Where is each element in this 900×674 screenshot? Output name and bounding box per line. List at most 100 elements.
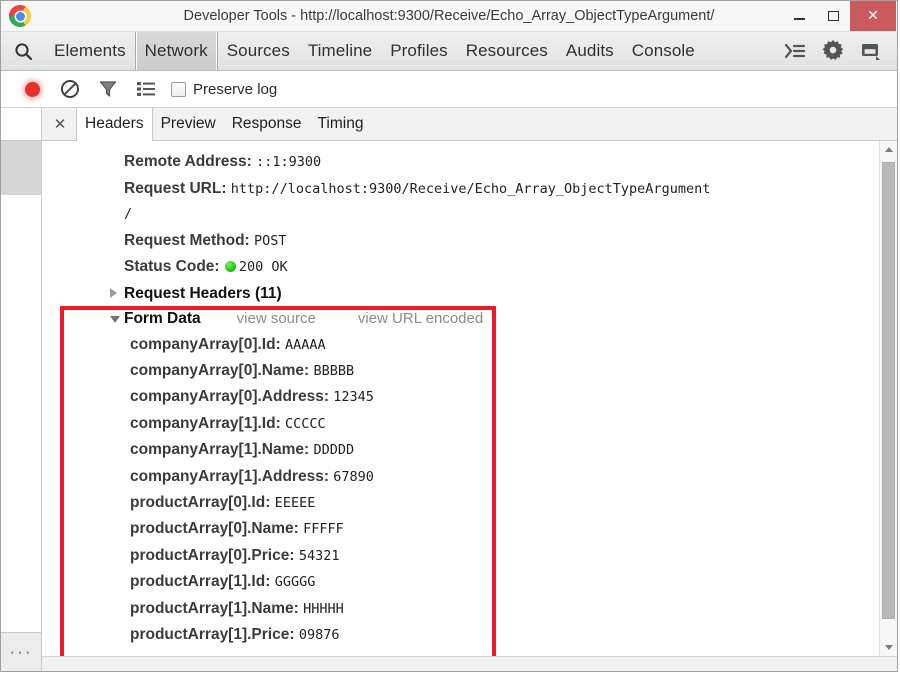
- form-data-value: AAAAA: [285, 336, 326, 353]
- request-method-row: Request Method: POST: [42, 228, 879, 255]
- form-data-row: productArray[0].Name: FFFFF: [42, 516, 879, 542]
- view-url-encoded-link[interactable]: view URL encoded: [358, 310, 483, 327]
- tab-resources[interactable]: Resources: [457, 32, 557, 70]
- tab-sources[interactable]: Sources: [218, 32, 299, 70]
- request-list-rail[interactable]: ···: [1, 108, 42, 671]
- form-data-value: FFFFF: [303, 521, 344, 538]
- form-data-key: companyArray[0].Address:: [130, 388, 329, 406]
- minimize-button[interactable]: [782, 1, 816, 31]
- form-data-value: GGGGG: [274, 574, 316, 591]
- subtab-timing[interactable]: Timing: [310, 108, 372, 140]
- form-data-value: 67890: [333, 468, 374, 485]
- status-ok-icon: [224, 261, 236, 272]
- remote-address-row: Remote Address: ::1:9300: [42, 149, 879, 176]
- remote-address-value: ::1:9300: [256, 154, 322, 170]
- form-data-row: companyArray[0].Address: 12345: [42, 384, 879, 410]
- filter-icon: [99, 81, 117, 97]
- maximize-button[interactable]: [816, 1, 850, 31]
- form-data-value: 09876: [298, 626, 340, 643]
- record-button[interactable]: [13, 74, 51, 104]
- gear-icon: [822, 40, 844, 60]
- form-data-row: companyArray[1].Name: DDDDD: [42, 437, 879, 463]
- status-bar: [42, 656, 897, 671]
- rail-header: [1, 108, 41, 141]
- scroll-down-button[interactable]: [880, 639, 897, 656]
- filter-button[interactable]: [89, 74, 127, 104]
- view-source-link[interactable]: view source: [237, 310, 316, 327]
- form-data-row: productArray[1].Name: HHHHH: [42, 596, 879, 622]
- list-view-button[interactable]: [127, 74, 165, 104]
- form-data-row: companyArray[0].Name: BBBBB: [42, 358, 879, 384]
- scrollbar-thumb[interactable]: [882, 162, 895, 619]
- minimize-icon: [793, 17, 805, 20]
- form-data-value: EEEEE: [274, 494, 316, 511]
- form-data-key: productArray[1].Id:: [130, 573, 271, 591]
- tab-profiles[interactable]: Profiles: [381, 32, 457, 70]
- status-code-key: Status Code:: [124, 258, 220, 275]
- rail-overflow-button[interactable]: ···: [1, 632, 41, 671]
- form-data-key: companyArray[1].Address:: [130, 467, 329, 485]
- request-url-value: http://localhost:9300/Receive/Echo_Array…: [230, 180, 711, 197]
- form-data-key: productArray[0].Name:: [130, 520, 299, 538]
- headers-content: Remote Address: ::1:9300 Request URL: ht…: [42, 141, 879, 656]
- close-button[interactable]: ✕: [850, 1, 896, 31]
- form-data-key: productArray[1].Name:: [130, 599, 299, 617]
- settings-button[interactable]: [814, 32, 852, 70]
- form-data-row: companyArray[1].Id: CCCCC: [42, 411, 879, 437]
- scrollbar-track[interactable]: [880, 158, 897, 639]
- request-method-key: Request Method:: [124, 231, 250, 249]
- subtab-headers[interactable]: Headers: [76, 108, 153, 141]
- clear-icon: [61, 80, 79, 98]
- devtools-panel-tabbar: Elements Network Sources Timeline Profil…: [1, 32, 897, 71]
- tab-elements[interactable]: Elements: [45, 32, 135, 70]
- close-icon: ✕: [867, 8, 879, 24]
- tab-timeline[interactable]: Timeline: [299, 32, 381, 70]
- dock-position-button[interactable]: [852, 32, 890, 70]
- remote-address-key: Remote Address:: [124, 153, 252, 170]
- chevron-down-icon: [110, 315, 120, 323]
- form-data-value: BBBBB: [313, 362, 355, 379]
- preserve-log-checkbox[interactable]: [171, 81, 186, 97]
- rail-selected-request[interactable]: [1, 141, 41, 195]
- vertical-scrollbar[interactable]: [879, 141, 897, 656]
- body-area: ··· ✕ Headers Preview Response Timing Re…: [1, 108, 897, 671]
- tab-audits[interactable]: Audits: [557, 32, 623, 70]
- tab-console[interactable]: Console: [623, 32, 704, 70]
- scroll-up-button[interactable]: [880, 141, 897, 158]
- clear-button[interactable]: [51, 74, 89, 104]
- arrow-up-icon: [884, 147, 893, 152]
- rail-empty-space: [1, 195, 41, 632]
- close-detail-button[interactable]: ✕: [44, 108, 76, 140]
- form-data-row: productArray[0].Price: 54321: [42, 543, 879, 569]
- form-data-value: 12345: [333, 389, 374, 406]
- form-data-row: companyArray[0].Id: AAAAA: [42, 332, 879, 358]
- form-data-value: 54321: [298, 547, 340, 564]
- form-data-key: productArray[0].Id:: [130, 493, 271, 511]
- request-url-key: Request URL:: [124, 179, 227, 197]
- form-data-row: companyArray[1].Address: 67890: [42, 464, 879, 490]
- form-data-key: productArray[0].Price:: [130, 546, 295, 564]
- form-data-key: companyArray[0].Name:: [130, 361, 310, 379]
- request-headers-section[interactable]: Request Headers (11): [42, 281, 879, 307]
- preserve-log-label: Preserve log: [193, 80, 278, 98]
- console-drawer-button[interactable]: [776, 32, 814, 70]
- request-url-value-wrap: /: [124, 206, 133, 222]
- subtab-response[interactable]: Response: [224, 108, 310, 140]
- status-code-value: 200 OK: [238, 259, 288, 275]
- subtab-preview[interactable]: Preview: [153, 108, 224, 140]
- chrome-logo-icon: [9, 5, 31, 27]
- preserve-log-control[interactable]: Preserve log: [171, 81, 277, 98]
- title-bar: Developer Tools - http://localhost:9300/…: [1, 1, 897, 32]
- dock-position-icon: [862, 44, 880, 60]
- request-url-row: Request URL: http://localhost:9300/Recei…: [42, 176, 879, 203]
- tab-network[interactable]: Network: [134, 32, 218, 70]
- form-data-section[interactable]: Form Data view source view URL encoded: [42, 306, 879, 332]
- chevron-right-icon: [110, 288, 117, 299]
- network-toolbar: Preserve log: [1, 71, 897, 108]
- tabbar-right-icons: [776, 32, 897, 70]
- search-button[interactable]: [1, 32, 45, 70]
- form-data-row: productArray[1].Id: GGGGG: [42, 569, 879, 595]
- form-data-key: companyArray[0].Id:: [130, 335, 281, 353]
- form-data-row: productArray[0].Id: EEEEE: [42, 490, 879, 516]
- record-icon: [24, 81, 40, 97]
